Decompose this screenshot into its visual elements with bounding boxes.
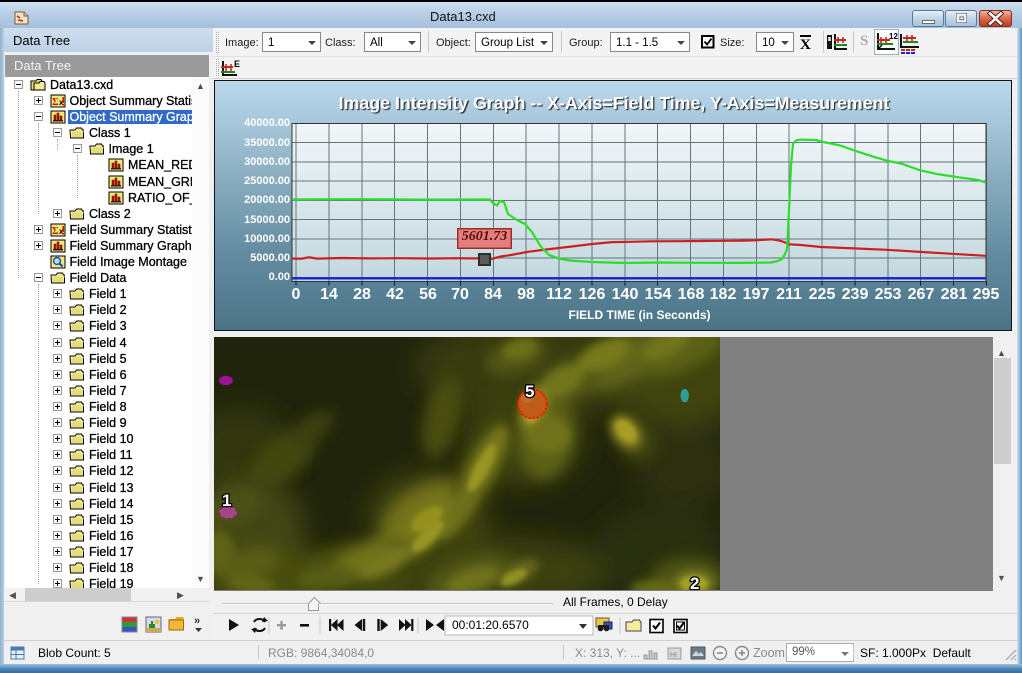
svg-text:00:01:20.6570: 00:01:20.6570: [452, 618, 529, 632]
svg-text:X: X: [800, 37, 811, 53]
svg-text:E: E: [234, 59, 240, 69]
svg-text:12: 12: [889, 32, 898, 41]
svg-text:2: 2: [690, 574, 699, 590]
svg-text:»: »: [194, 615, 200, 627]
svg-text:HI: HI: [670, 652, 677, 659]
svg-text:1: 1: [222, 491, 231, 510]
svg-text:Σ: Σ: [52, 226, 59, 237]
svg-text:Σ: Σ: [52, 97, 59, 108]
svg-text:5: 5: [525, 382, 534, 401]
